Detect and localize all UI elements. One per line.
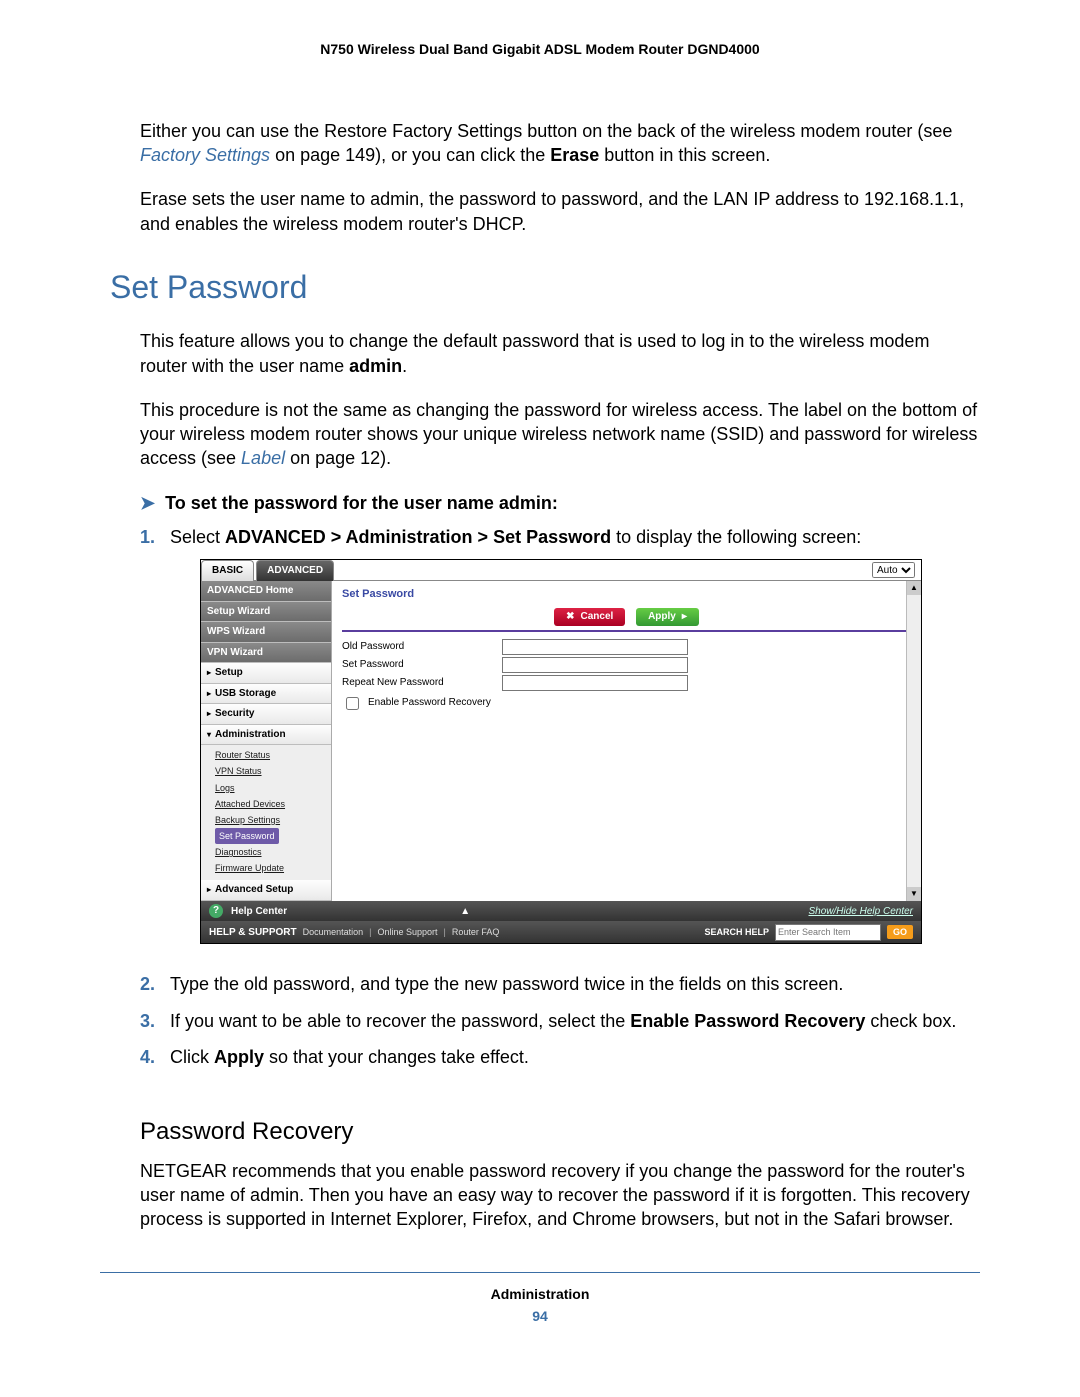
cancel-button[interactable]: ✖Cancel <box>554 608 625 626</box>
router-ui-screenshot: BASIC ADVANCED Auto ADVANCED Home Setup … <box>200 559 922 944</box>
auto-select: Auto <box>872 560 921 580</box>
help-center-label[interactable]: Help Center <box>231 905 287 919</box>
repeat-password-input[interactable] <box>502 675 688 691</box>
search-help-input[interactable] <box>775 924 881 941</box>
chevron-right-icon: ➤ <box>140 491 155 515</box>
text: button in this screen. <box>599 145 770 165</box>
nav-setup[interactable]: Setup <box>201 663 331 684</box>
admin-submenu: Router Status VPN Status Logs Attached D… <box>201 745 331 880</box>
apply-bold: Apply <box>214 1047 264 1067</box>
scroll-up-icon[interactable]: ▲ <box>907 581 921 595</box>
tab-advanced[interactable]: ADVANCED <box>256 560 334 581</box>
text: check box. <box>865 1011 956 1031</box>
text: to display the following screen: <box>611 527 861 547</box>
subnav-diagnostics[interactable]: Diagnostics <box>215 844 331 860</box>
set-password-para-2: This procedure is not the same as changi… <box>140 398 980 471</box>
support-faq-link[interactable]: Router FAQ <box>452 926 500 938</box>
support-bar: HELP & SUPPORT Documentation| Online Sup… <box>201 921 921 943</box>
text: . <box>402 356 407 376</box>
nav-vpn-wizard[interactable]: VPN Wizard <box>201 643 331 664</box>
arrow-right-icon: ▸ <box>682 611 687 622</box>
help-bar: ? Help Center ▲ Show/Hide Help Center <box>201 901 921 921</box>
heading-password-recovery: Password Recovery <box>140 1116 980 1148</box>
tab-basic[interactable]: BASIC <box>201 560 254 581</box>
step-2: Type the old password, and type the new … <box>140 972 980 1008</box>
support-online-link[interactable]: Online Support <box>378 926 438 938</box>
label-repeat-password: Repeat New Password <box>342 676 502 690</box>
step-1: Select ADVANCED > Administration > Set P… <box>140 525 980 972</box>
nav-path-bold: ADVANCED > Administration > Set Password <box>225 527 611 547</box>
nav-usb-storage[interactable]: USB Storage <box>201 684 331 705</box>
running-header: N750 Wireless Dual Band Gigabit ADSL Mod… <box>100 40 980 59</box>
enable-recovery-bold: Enable Password Recovery <box>630 1011 865 1031</box>
footer-page-number: 94 <box>100 1307 980 1326</box>
support-lead: HELP & SUPPORT <box>209 926 297 940</box>
text: on page 12). <box>285 448 391 468</box>
text: so that your changes take effect. <box>264 1047 529 1067</box>
nav-advanced-home[interactable]: ADVANCED Home <box>201 581 331 602</box>
text: Select <box>170 527 225 547</box>
sidebar: ADVANCED Home Setup Wizard WPS Wizard VP… <box>201 581 331 901</box>
step-4: Click Apply so that your changes take ef… <box>140 1045 980 1081</box>
main-panel: ▲ ▼ Set Password ✖Cancel Apply▸ Old Pass… <box>331 581 921 901</box>
subnav-set-password[interactable]: Set Password <box>215 828 279 844</box>
intro-para-1: Either you can use the Restore Factory S… <box>140 119 980 168</box>
erase-bold: Erase <box>550 145 599 165</box>
text: Either you can use the Restore Factory S… <box>140 121 952 141</box>
auto-dropdown[interactable]: Auto <box>872 562 915 578</box>
label-enable-recovery: Enable Password Recovery <box>368 696 491 710</box>
tab-bar: BASIC ADVANCED Auto <box>201 560 921 581</box>
set-password-para-1: This feature allows you to change the de… <box>140 329 980 378</box>
go-button[interactable]: GO <box>887 925 913 939</box>
nav-advanced-setup[interactable]: Advanced Setup <box>201 880 331 901</box>
panel-title: Set Password <box>332 581 921 604</box>
set-password-input[interactable] <box>502 657 688 673</box>
text: on page 149), or you can click the <box>270 145 550 165</box>
help-icon[interactable]: ? <box>209 904 223 918</box>
caret-up-icon[interactable]: ▲ <box>460 905 470 919</box>
footer-rule <box>100 1272 980 1273</box>
task-heading: ➤ To set the password for the user name … <box>140 491 980 515</box>
close-icon: ✖ <box>566 611 574 622</box>
admin-bold: admin <box>349 356 402 376</box>
steps-list: Select ADVANCED > Administration > Set P… <box>140 525 980 1081</box>
task-text: To set the password for the user name ad… <box>165 491 558 515</box>
nav-administration[interactable]: Administration <box>201 725 331 746</box>
step-3: If you want to be able to recover the pa… <box>140 1009 980 1045</box>
subnav-backup-settings[interactable]: Backup Settings <box>215 812 331 828</box>
recovery-para: NETGEAR recommends that you enable passw… <box>140 1159 980 1232</box>
text: If you want to be able to recover the pa… <box>170 1011 630 1031</box>
text: Click <box>170 1047 214 1067</box>
link-factory-settings[interactable]: Factory Settings <box>140 145 270 165</box>
nav-security[interactable]: Security <box>201 704 331 725</box>
intro-para-2: Erase sets the user name to admin, the p… <box>140 187 980 236</box>
label-old-password: Old Password <box>342 640 502 654</box>
old-password-input[interactable] <box>502 639 688 655</box>
text: This feature allows you to change the de… <box>140 331 929 375</box>
apply-button[interactable]: Apply▸ <box>636 608 699 626</box>
enable-recovery-checkbox[interactable] <box>346 697 359 710</box>
footer-section: Administration <box>100 1285 980 1304</box>
nav-setup-wizard[interactable]: Setup Wizard <box>201 602 331 623</box>
search-help-label: SEARCH HELP <box>704 926 769 938</box>
support-doc-link[interactable]: Documentation <box>303 926 364 938</box>
scrollbar[interactable]: ▲ ▼ <box>906 581 921 901</box>
subnav-attached-devices[interactable]: Attached Devices <box>215 796 331 812</box>
heading-set-password: Set Password <box>110 266 980 309</box>
show-hide-help-link[interactable]: Show/Hide Help Center <box>809 905 914 919</box>
subnav-logs[interactable]: Logs <box>215 780 331 796</box>
nav-wps-wizard[interactable]: WPS Wizard <box>201 622 331 643</box>
subnav-firmware-update[interactable]: Firmware Update <box>215 860 331 876</box>
subnav-router-status[interactable]: Router Status <box>215 747 331 763</box>
separator <box>342 630 907 632</box>
link-label[interactable]: Label <box>241 448 285 468</box>
label-set-password: Set Password <box>342 658 502 672</box>
scroll-down-icon[interactable]: ▼ <box>907 887 921 901</box>
subnav-vpn-status[interactable]: VPN Status <box>215 763 331 779</box>
